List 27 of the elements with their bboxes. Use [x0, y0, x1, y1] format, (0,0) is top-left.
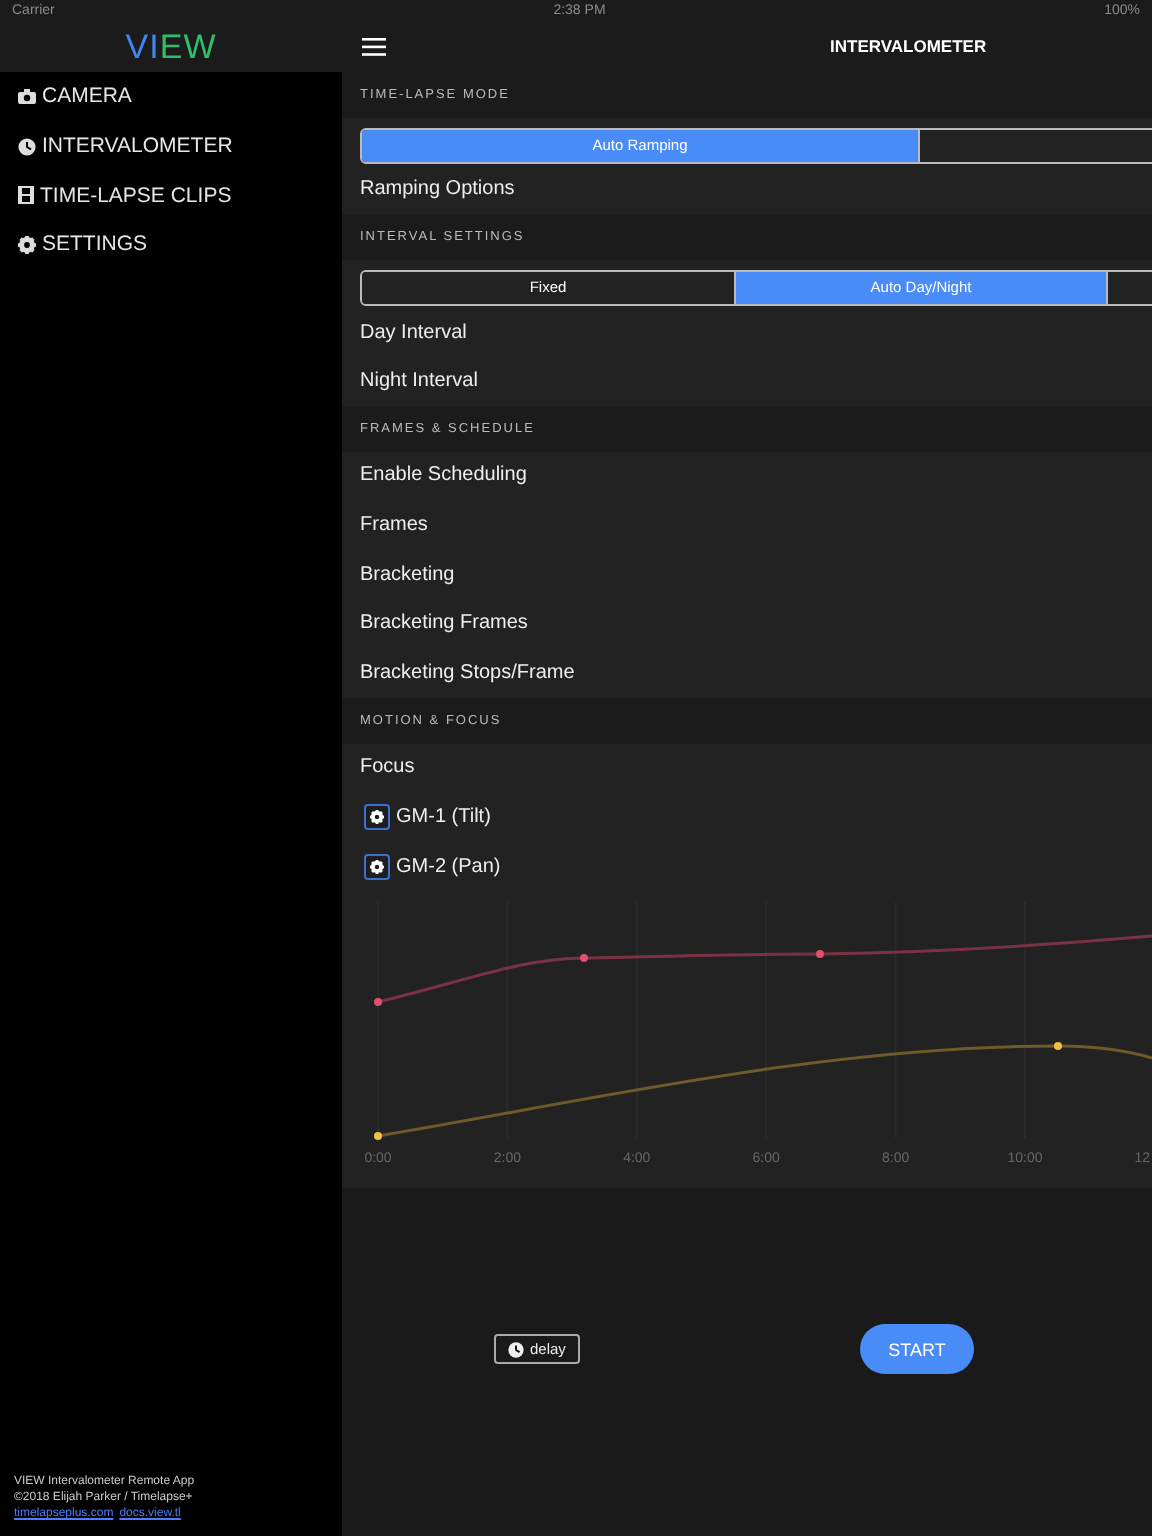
- settings-row[interactable]: Enable Scheduling: [342, 451, 1152, 501]
- settings-row[interactable]: Night Interval: [342, 356, 1152, 407]
- settings-row[interactable]: Bracketing Frames: [342, 599, 1152, 649]
- settings-row[interactable]: Ramping Options: [342, 165, 1152, 215]
- page-title: INTERVALOMETER: [830, 36, 987, 56]
- menu-icon[interactable]: [362, 38, 386, 56]
- gear-button[interactable]: [364, 804, 390, 831]
- film-icon: [18, 186, 34, 205]
- gear-icon: [370, 859, 384, 874]
- app-logo: VIEW: [125, 28, 217, 68]
- camera-icon: [18, 88, 36, 105]
- sidebar-item[interactable]: CAMERA: [0, 72, 342, 122]
- settings-icon: [18, 235, 36, 254]
- settings-row[interactable]: Focus: [342, 743, 1152, 793]
- motor-label: GM-2 (Pan): [396, 855, 501, 878]
- gear-icon: [370, 810, 384, 825]
- settings-row[interactable]: Day Interval: [342, 307, 1152, 357]
- sidebar-item[interactable]: SETTINGS: [0, 220, 342, 270]
- settings-row[interactable]: Frames: [342, 500, 1152, 550]
- clock-icon: [18, 137, 36, 156]
- sidebar-item[interactable]: TIME-LAPSE CLIPS: [0, 170, 342, 221]
- motor-label: GM-1 (Tilt): [396, 806, 491, 829]
- clock-icon: [508, 1341, 524, 1358]
- sidebar-item[interactable]: INTERVALOMETER: [0, 121, 342, 171]
- settings-row[interactable]: Bracketing: [342, 549, 1152, 600]
- settings-row[interactable]: Bracketing Stops/Frame: [342, 648, 1152, 698]
- gear-button[interactable]: [364, 853, 390, 880]
